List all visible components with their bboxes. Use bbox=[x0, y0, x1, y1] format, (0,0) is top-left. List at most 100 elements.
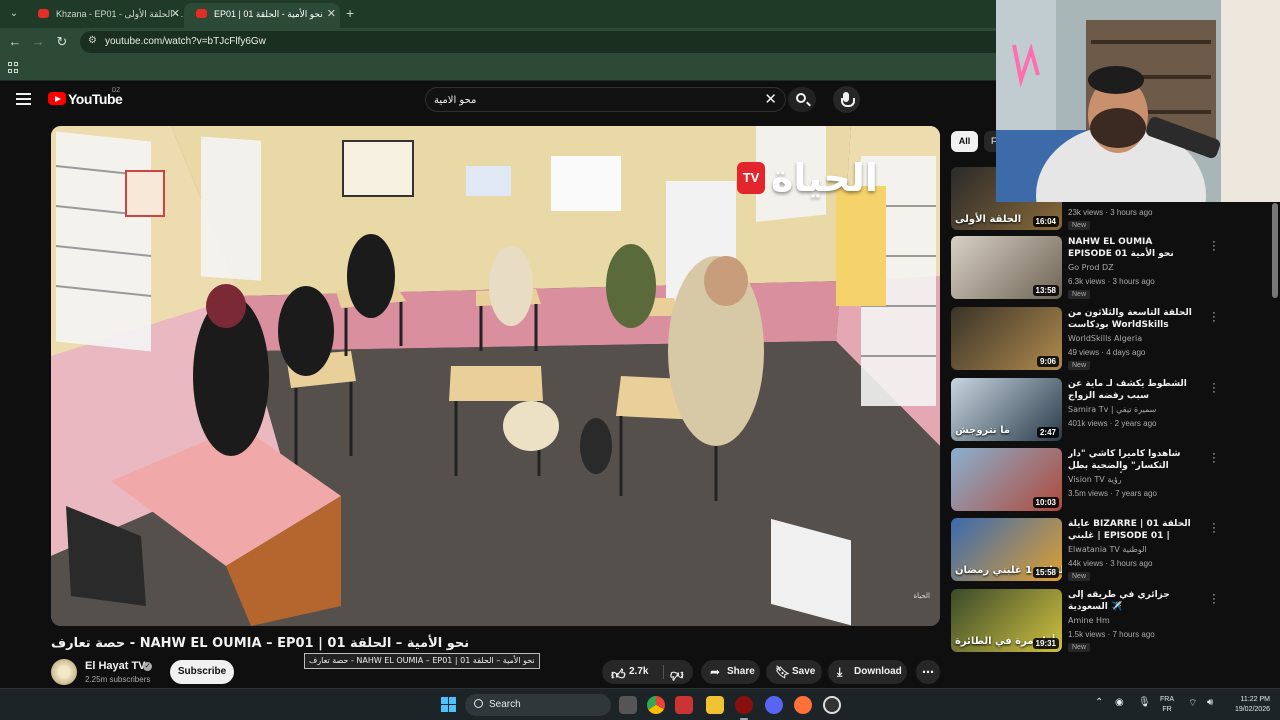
video-thumbnail[interactable]: أول مرة في الطائرة 19:31 bbox=[951, 589, 1062, 652]
forward-arrow-icon[interactable]: → bbox=[29, 33, 47, 51]
recommendation-meta: 44k views · 3 hours ago bbox=[1068, 559, 1153, 568]
back-arrow-icon[interactable]: ← bbox=[6, 33, 24, 51]
share-button[interactable]: ➦ Share bbox=[701, 660, 760, 684]
firefox-icon[interactable] bbox=[794, 696, 812, 714]
input-language[interactable]: FRA FR bbox=[1160, 695, 1174, 715]
download-button[interactable]: ⤓ Download bbox=[828, 660, 907, 684]
video-thumbnail[interactable]: 10:03 bbox=[951, 448, 1062, 511]
recommendation-item[interactable]: أول مرة في الطائرة 19:31 جزائري في طريقه إ… bbox=[951, 589, 1271, 653]
recommendation-title[interactable]: عايلة BIZARRE | الحلقة 01 | غلبني EPISOD… bbox=[1068, 518, 1196, 543]
new-badge: New bbox=[1068, 361, 1091, 370]
more-options-kebab-icon[interactable]: ··· bbox=[1210, 519, 1218, 538]
like-dislike-group: 👍︎ 2.7k 👍︎ bbox=[602, 660, 693, 684]
microphone-tray-icon[interactable]: 🎙︎ bbox=[1138, 697, 1151, 708]
url-text[interactable]: youtube.com/watch?v=bTJcFlfy6Gw bbox=[105, 36, 266, 47]
video-thumbnail[interactable]: 13:58 bbox=[951, 236, 1062, 299]
recommendation-item[interactable]: الحلقة 1 غلبني رمضان15:58عايلة BIZARRE |… bbox=[951, 518, 1271, 582]
recommendation-channel[interactable]: WorldSkills Algeria bbox=[1068, 334, 1208, 343]
recommendation-meta: 23k views · 3 hours ago bbox=[1068, 208, 1153, 217]
task-view-icon[interactable] bbox=[619, 696, 637, 714]
recommendation-channel[interactable]: Amine Hm bbox=[1068, 616, 1208, 625]
tab-title: Khzana - EP01 - الحلقة الأولى - ... bbox=[56, 9, 184, 19]
recommendation-meta: 49 views · 4 days ago bbox=[1068, 348, 1146, 357]
more-options-kebab-icon[interactable]: ··· bbox=[1210, 308, 1218, 327]
share-arrow-icon: ➦ bbox=[710, 665, 721, 679]
title-tooltip: حصة تعارف - NAHW EL OUMIA – EP01 | نحو ا… bbox=[304, 653, 540, 669]
tab-search-chevron-icon[interactable]: ⌄ bbox=[6, 6, 22, 22]
browser-tab-active[interactable]: EP01 | 01 نحو الأمية - الحلقة ✕ bbox=[184, 3, 340, 28]
recommendation-title[interactable]: NAHW EL OUMIA EPISODE 01 نحو الأمية الحل… bbox=[1068, 236, 1196, 261]
like-thumbs-up-icon[interactable]: 👍︎ bbox=[611, 662, 626, 686]
corner-channel-bug: الحياة bbox=[913, 593, 930, 600]
recommendation-title[interactable]: الشطوط يكشف لـ ماية عن سبب رفضه الزواج bbox=[1068, 378, 1196, 402]
bookmark-icon: 🔖︎ bbox=[775, 665, 791, 679]
recommendation-item[interactable]: 9:06 الحلقة التاسعة والثلاثون من بودكاست … bbox=[951, 307, 1271, 371]
close-tab-icon[interactable]: ✕ bbox=[327, 3, 336, 25]
recommendation-channel[interactable]: Vision TV رؤية bbox=[1068, 475, 1208, 484]
new-tab-icon[interactable]: + bbox=[346, 5, 354, 21]
chrome-icon[interactable] bbox=[647, 696, 665, 714]
site-info-icon[interactable]: ⚙ bbox=[88, 35, 100, 47]
snipping-tool-icon[interactable] bbox=[675, 696, 693, 714]
recommendation-title[interactable]: شاهدوا كاميرا كاشي "دار التكسار" والضحية… bbox=[1068, 448, 1196, 473]
file-explorer-icon[interactable] bbox=[706, 696, 724, 714]
recommendation-channel[interactable]: Elwatania TV الوطنية bbox=[1068, 545, 1208, 554]
video-player[interactable]: TV الحياة الحياة bbox=[51, 126, 940, 626]
chip-all[interactable]: All bbox=[951, 131, 978, 152]
voice-search-mic-icon[interactable] bbox=[833, 86, 860, 113]
channel-name[interactable]: El Hayat TV bbox=[85, 660, 146, 672]
more-options-kebab-icon[interactable]: ··· bbox=[1210, 237, 1218, 256]
recommendation-channel[interactable]: Go Prod DZ bbox=[1068, 263, 1208, 272]
save-label: Save bbox=[792, 666, 816, 677]
apps-grid-icon[interactable] bbox=[8, 62, 19, 73]
recommendation-title[interactable]: الحلقة التاسعة والثلاثون من بودكاست Worl… bbox=[1068, 307, 1196, 332]
video-frame-classroom bbox=[51, 126, 940, 626]
reload-icon[interactable]: ↻ bbox=[53, 33, 71, 51]
more-options-kebab-icon[interactable]: ··· bbox=[1210, 590, 1218, 609]
video-thumbnail[interactable]: ما نتروجش 2:47 bbox=[951, 378, 1062, 441]
system-clock[interactable]: 11:22 PM 19/02/2026 bbox=[1224, 695, 1270, 715]
subscribe-button[interactable]: Subscribe bbox=[170, 660, 234, 684]
download-arrow-icon: ⤓ bbox=[837, 665, 843, 679]
clock-time: 11:22 PM bbox=[1240, 696, 1270, 703]
show-hidden-icons-chevron-icon[interactable]: ⌃ bbox=[1095, 697, 1103, 708]
search-input[interactable] bbox=[434, 92, 754, 108]
wifi-icon[interactable]: ⌔ bbox=[1188, 697, 1197, 710]
youtube-logo-icon[interactable] bbox=[48, 92, 66, 105]
menu-icon[interactable] bbox=[16, 93, 31, 105]
dislike-thumbs-down-icon[interactable]: 👍︎ bbox=[670, 663, 684, 687]
windows-start-icon[interactable] bbox=[441, 697, 456, 712]
recommendation-channel[interactable]: Samira Tv | سميرة تيفي bbox=[1068, 405, 1208, 414]
more-actions-icon[interactable]: ⋯ bbox=[916, 660, 940, 684]
discord-icon[interactable] bbox=[765, 696, 783, 714]
keyboard-layout: FR bbox=[1162, 706, 1172, 713]
recommendation-item[interactable]: 13:58 NAHW EL OUMIA EPISODE 01 نحو الأمية… bbox=[951, 236, 1271, 300]
subscriber-count: 2.25m subscribers bbox=[85, 675, 151, 684]
volume-icon[interactable]: 🔊︎ bbox=[1207, 697, 1213, 708]
opera-browser-icon[interactable] bbox=[735, 696, 753, 720]
like-count[interactable]: 2.7k bbox=[629, 660, 648, 684]
recommendation-item[interactable]: ما نتروجش 2:47 الشطوط يكشف لـ ماية عن سبب … bbox=[951, 378, 1271, 442]
video-duration: 9:06 bbox=[1036, 356, 1059, 367]
webcam-overlay bbox=[996, 0, 1280, 202]
obs-studio-icon[interactable] bbox=[823, 696, 841, 714]
share-label: Share bbox=[727, 666, 755, 677]
recommendation-title[interactable]: جزائري في طريقه إلى السعودية ✈️ bbox=[1068, 589, 1196, 613]
search-button[interactable] bbox=[788, 87, 816, 112]
search-box: ✕ bbox=[425, 87, 786, 112]
save-button[interactable]: 🔖︎ Save bbox=[766, 660, 822, 684]
more-options-kebab-icon[interactable]: ··· bbox=[1210, 449, 1218, 468]
close-tab-icon[interactable]: ✕ bbox=[171, 3, 180, 25]
taskbar-search[interactable]: Search bbox=[465, 694, 611, 716]
video-thumbnail[interactable]: الحلقة 1 غلبني رمضان15:58 bbox=[951, 518, 1062, 581]
video-thumbnail[interactable]: 9:06 bbox=[951, 307, 1062, 370]
scrollbar-thumb[interactable] bbox=[1272, 203, 1278, 298]
channel-avatar[interactable] bbox=[51, 659, 77, 685]
clear-search-icon[interactable]: ✕ bbox=[764, 91, 777, 109]
like-divider bbox=[663, 665, 664, 679]
network-status-icon[interactable]: ◉ bbox=[1115, 697, 1124, 708]
more-options-kebab-icon[interactable]: ··· bbox=[1210, 379, 1218, 398]
browser-tab[interactable]: Khzana - EP01 - الحلقة الأولى - ... ✕ bbox=[26, 3, 184, 28]
recommendation-item[interactable]: 10:03 شاهدوا كاميرا كاشي "دار التكسار" وا… bbox=[951, 448, 1271, 512]
taskbar-search-label: Search bbox=[489, 699, 521, 710]
